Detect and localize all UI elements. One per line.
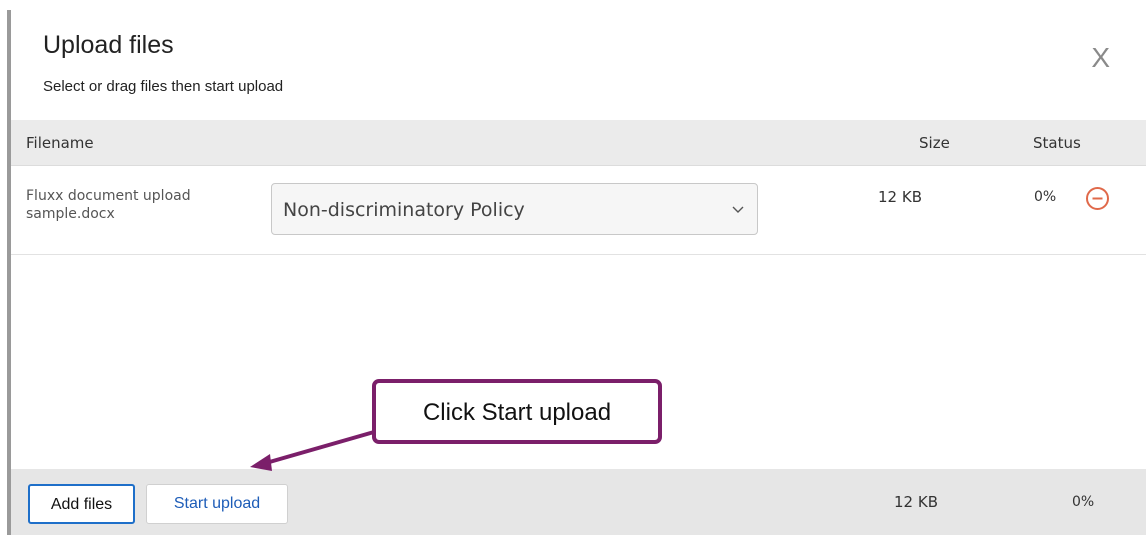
file-status: 0% bbox=[1034, 189, 1057, 205]
chevron-down-icon bbox=[732, 206, 744, 213]
callout-text: Click Start upload bbox=[422, 399, 612, 426]
dialog-title: Upload files bbox=[43, 31, 174, 59]
file-size: 12 KB bbox=[878, 188, 922, 206]
file-name-line-1: Fluxx document upload bbox=[26, 188, 191, 204]
close-icon[interactable]: X bbox=[1091, 44, 1110, 72]
dialog-footer: Add files Start upload 12 KB 0% bbox=[11, 469, 1146, 535]
annotation-callout: Click Start upload bbox=[372, 379, 662, 444]
table-header: Filename Size Status bbox=[11, 120, 1146, 166]
total-status: 0% bbox=[1072, 494, 1095, 510]
total-size: 12 KB bbox=[894, 493, 938, 511]
table-row: Fluxx document upload sample.docx Non-di… bbox=[11, 166, 1146, 255]
remove-circle-icon[interactable] bbox=[1085, 186, 1110, 211]
start-upload-button[interactable]: Start upload bbox=[146, 484, 288, 524]
file-name: Fluxx document upload sample.docx bbox=[26, 187, 266, 223]
file-name-line-2: sample.docx bbox=[26, 206, 115, 222]
column-header-size: Size bbox=[919, 134, 950, 152]
column-header-status: Status bbox=[1033, 134, 1081, 152]
document-type-select[interactable]: Non-discriminatory Policy bbox=[271, 183, 758, 235]
dialog-subtitle: Select or drag files then start upload bbox=[43, 78, 284, 95]
add-files-button[interactable]: Add files bbox=[28, 484, 135, 524]
column-header-filename: Filename bbox=[26, 134, 94, 152]
document-type-value: Non-discriminatory Policy bbox=[283, 199, 525, 221]
